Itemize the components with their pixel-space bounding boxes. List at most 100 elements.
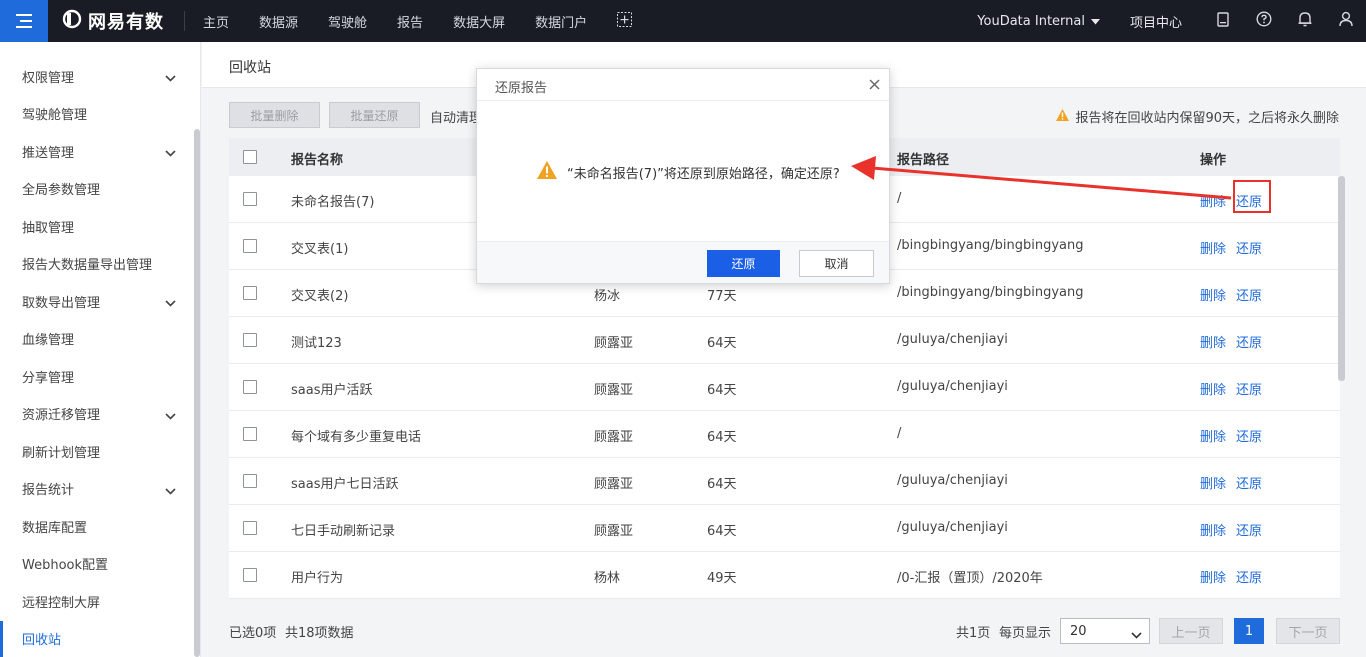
nav-home[interactable]: 主页: [203, 12, 229, 31]
restore-link[interactable]: 还原: [1236, 332, 1262, 351]
menu-toggle-button[interactable]: [0, 0, 48, 42]
restore-link[interactable]: 还原: [1236, 238, 1262, 257]
sidebar-item[interactable]: 抽取管理: [0, 208, 194, 244]
user-button[interactable]: [1325, 0, 1366, 42]
dialog-title: 还原报告: [495, 81, 548, 96]
report-name-cell: saas用户活跃: [291, 383, 373, 398]
document-button[interactable]: [1202, 0, 1243, 42]
sidebar-item[interactable]: 血缘管理: [0, 321, 194, 357]
row-checkbox[interactable]: [243, 568, 257, 582]
restore-link[interactable]: 还原: [1236, 567, 1262, 586]
report-path-cell: /bingbingyang/bingbingyang: [897, 238, 1084, 253]
per-page-select[interactable]: 20: [1060, 618, 1150, 644]
delete-link[interactable]: 删除: [1200, 238, 1226, 257]
nav-data-portal[interactable]: 数据门户: [535, 12, 587, 31]
owner-cell: 顾露亚: [594, 430, 634, 445]
warning-icon: [537, 161, 567, 183]
restore-link[interactable]: 还原: [1236, 285, 1262, 304]
nav-big-screen[interactable]: 数据大屏: [453, 12, 505, 31]
total-pages: 共1页: [956, 626, 991, 641]
restore-link[interactable]: 还原: [1236, 520, 1262, 539]
help-button[interactable]: [1243, 0, 1284, 42]
header-actions: 操作: [1200, 153, 1227, 168]
prev-page-button[interactable]: 上一页: [1159, 618, 1223, 644]
row-checkbox[interactable]: [243, 521, 257, 535]
restore-link[interactable]: 还原: [1236, 473, 1262, 492]
chevron-down-icon: [165, 484, 176, 499]
row-checkbox[interactable]: [243, 427, 257, 441]
delete-link[interactable]: 删除: [1200, 191, 1226, 210]
select-all-checkbox[interactable]: [243, 150, 257, 164]
remaining-days-cell: 64天: [707, 383, 737, 398]
batch-restore-button[interactable]: 批量还原: [329, 102, 420, 128]
next-page-button[interactable]: 下一页: [1276, 618, 1340, 644]
sidebar-item[interactable]: 回收站: [0, 620, 194, 657]
sidebar-item-label: 远程控制大屏: [22, 595, 101, 611]
sidebar-item[interactable]: 分享管理: [0, 358, 194, 394]
confirm-restore-button[interactable]: 还原: [707, 250, 780, 277]
delete-link[interactable]: 删除: [1200, 520, 1226, 539]
sidebar-item-label: 分享管理: [22, 370, 75, 386]
sidebar-item[interactable]: 报告统计: [0, 471, 194, 507]
row-checkbox[interactable]: [243, 474, 257, 488]
per-page-value: 20: [1070, 623, 1087, 639]
logo-text: 网易有数: [88, 12, 164, 33]
sidebar-item[interactable]: 远程控制大屏: [0, 583, 194, 619]
project-center-link[interactable]: 项目中心: [1130, 12, 1182, 31]
report-path-cell: /: [897, 426, 902, 441]
org-switcher[interactable]: YouData Internal: [977, 14, 1100, 29]
restore-link[interactable]: 还原: [1236, 426, 1262, 445]
remaining-days-cell: 64天: [707, 336, 737, 351]
row-checkbox[interactable]: [243, 286, 257, 300]
notifications-button[interactable]: [1284, 0, 1325, 42]
caret-down-icon: [1090, 14, 1100, 29]
sidebar-item[interactable]: 全局参数管理: [0, 171, 194, 207]
sidebar-item[interactable]: 驾驶舱管理: [0, 96, 194, 132]
delete-link[interactable]: 删除: [1200, 379, 1226, 398]
remaining-days-cell: 77天: [707, 289, 737, 304]
table-scrollbar[interactable]: [1338, 176, 1345, 381]
cancel-button[interactable]: 取消: [799, 250, 874, 277]
row-checkbox[interactable]: [243, 333, 257, 347]
delete-link[interactable]: 删除: [1200, 285, 1226, 304]
sidebar-item-label: 报告大数据量导出管理: [22, 258, 153, 273]
sidebar-scrollbar[interactable]: [194, 129, 200, 657]
nav-datasource[interactable]: 数据源: [259, 12, 298, 31]
row-checkbox[interactable]: [243, 239, 257, 253]
close-icon[interactable]: [869, 79, 880, 94]
nav-report[interactable]: 报告: [397, 12, 423, 31]
owner-cell: 杨冰: [594, 289, 621, 304]
app-logo[interactable]: 网易有数: [62, 8, 164, 34]
add-tab-icon[interactable]: [617, 11, 633, 31]
batch-delete-button[interactable]: 批量删除: [229, 102, 320, 128]
selected-count: 已选0项: [229, 626, 277, 641]
table-row: 每个域有多少重复电话 顾露亚 64天 / 删除 还原: [229, 411, 1340, 458]
total-count: 共18项数据: [285, 626, 354, 641]
sidebar-item[interactable]: 报告大数据量导出管理: [0, 246, 194, 282]
page-1-button[interactable]: 1: [1234, 618, 1264, 644]
sidebar-item[interactable]: 权限管理: [0, 58, 194, 94]
row-checkbox[interactable]: [243, 192, 257, 206]
sidebar-item-label: 资源迁移管理: [22, 408, 101, 423]
retention-notice: 报告将在回收站内保留90天，之后将永久删除: [1056, 107, 1339, 126]
restore-link[interactable]: 还原: [1236, 379, 1262, 398]
remaining-days-cell: 64天: [707, 477, 737, 492]
delete-link[interactable]: 删除: [1200, 332, 1226, 351]
table-row: 用户行为 杨林 49天/0-汇报（置顶）/2020年 删除 还原: [229, 552, 1340, 599]
sidebar-item[interactable]: 刷新计划管理: [0, 433, 194, 469]
row-checkbox[interactable]: [243, 380, 257, 394]
document-icon: [1216, 11, 1229, 31]
delete-link[interactable]: 删除: [1200, 567, 1226, 586]
sidebar-item-label: 权限管理: [22, 70, 75, 86]
header-report-path: 报告路径: [897, 153, 950, 168]
sidebar-item[interactable]: 数据库配置: [0, 508, 194, 544]
sidebar-item[interactable]: 资源迁移管理: [0, 396, 194, 432]
sidebar-item-label: 取数导出管理: [22, 295, 101, 311]
nav-cockpit[interactable]: 驾驶舱: [328, 12, 367, 31]
sidebar-item[interactable]: 推送管理: [0, 133, 194, 169]
delete-link[interactable]: 删除: [1200, 473, 1226, 492]
delete-link[interactable]: 删除: [1200, 426, 1226, 445]
sidebar-item[interactable]: Webhook配置: [0, 546, 194, 582]
sidebar-item[interactable]: 取数导出管理: [0, 283, 194, 319]
table-row: 测试123 顾露亚 64天/guluya/chenjiayi 删除 还原: [229, 317, 1340, 364]
